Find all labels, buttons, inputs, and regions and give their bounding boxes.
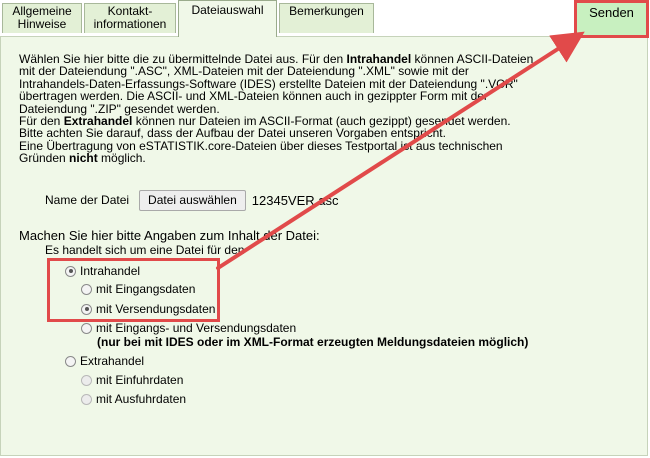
annotation-arrow	[216, 31, 585, 270]
arrow-line	[216, 31, 585, 270]
